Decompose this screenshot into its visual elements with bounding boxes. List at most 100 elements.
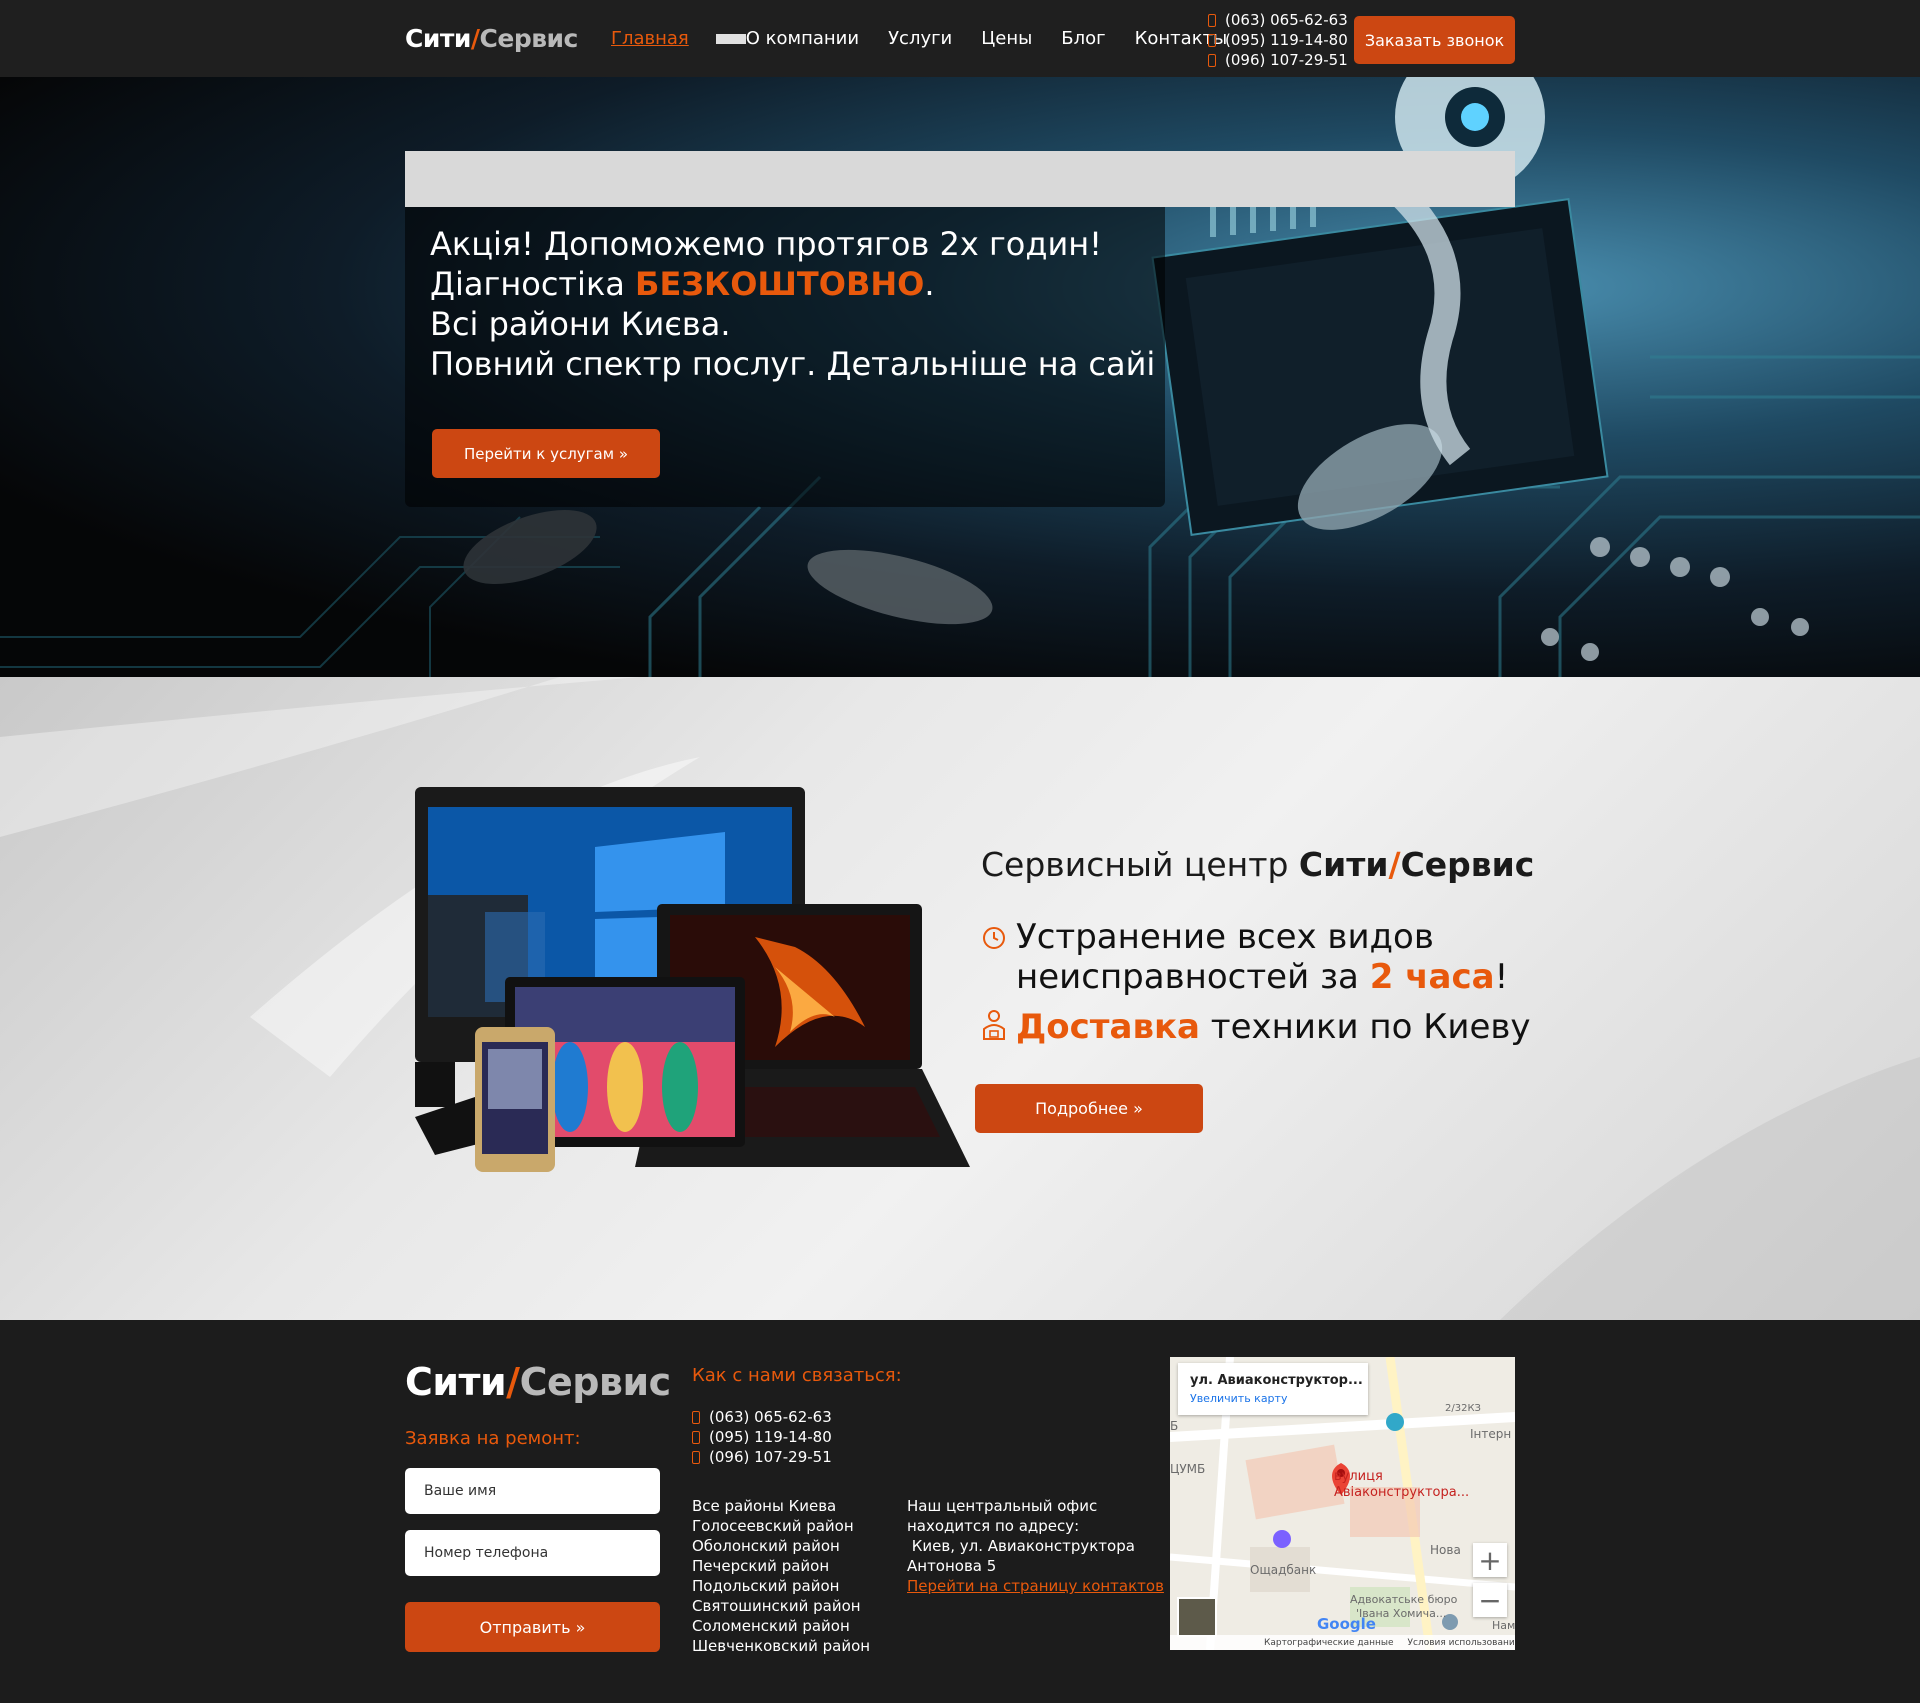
map-pin-label: вулиця Авіаконструктора... [1334, 1469, 1469, 1501]
office-line: Киев, ул. Авиаконструктора [907, 1537, 1135, 1555]
list-item: Святошинский район [692, 1597, 861, 1615]
header-phone-2[interactable]: (095) 119-14-80 [1208, 30, 1348, 50]
footer-phone-3[interactable]: (096) 107-29-51 [692, 1447, 832, 1467]
title-text: Сервисный центр [981, 845, 1299, 884]
hero-placeholder-strip [405, 151, 1515, 207]
pin-label-line-2: Авіаконструктора... [1334, 1485, 1470, 1500]
phone-icon [1208, 53, 1216, 67]
footer-logo[interactable]: Сити/Сервис [405, 1360, 671, 1404]
devices-image [415, 787, 970, 1172]
office-line: Наш центральный офис [907, 1497, 1098, 1515]
name-input[interactable]: Ваше имя [405, 1468, 660, 1514]
list-item: Шевченковский район [692, 1637, 871, 1655]
courier-icon [983, 1010, 1005, 1040]
pin-label-line-1: вулиця [1334, 1469, 1383, 1484]
order-call-button[interactable]: Заказать звонок [1354, 16, 1515, 64]
zoom-in-button[interactable]: + [1473, 1543, 1507, 1577]
list-item: Оболонский район [692, 1537, 840, 1555]
site-logo[interactable]: Сити/Сервис [405, 24, 578, 53]
hero-free-accent: БЕЗКОШТОВНО [635, 265, 925, 303]
hero-line-2-end: . [924, 265, 935, 303]
nav-about[interactable]: О компании [746, 28, 859, 49]
list-item: Все районы Киева [692, 1497, 837, 1515]
office-address: Наш центральный офис находится по адресу… [907, 1496, 1164, 1596]
header-phone-1[interactable]: (063) 065-62-63 [1208, 10, 1348, 30]
main-nav: Главная О компании Услуги Цены Блог Конт… [611, 28, 1256, 49]
hero-line-4: Повний спектр послуг. Детальніше на сайі [430, 345, 1156, 383]
feature-2-text: техники по Киеву [1199, 1007, 1531, 1047]
footer-phone-2[interactable]: (095) 119-14-80 [692, 1427, 832, 1447]
nav-separator [715, 34, 746, 44]
phone-icon [692, 1430, 700, 1444]
map-label: Адвокатське бюро [1350, 1593, 1458, 1606]
list-item: Голосеевский район [692, 1517, 854, 1535]
feature-1-line-1: Устранение всех видов [1016, 917, 1434, 957]
hero-line-2-text: Діагностіка [430, 265, 636, 303]
brand-slash: / [1388, 845, 1401, 884]
logo-slash: / [506, 1360, 520, 1404]
hero-line-1: Акція! Допоможемо протягов 2х годин! [430, 225, 1102, 263]
map-data-link[interactable]: Картографические данные [1264, 1638, 1394, 1648]
google-logo: Google [1317, 1615, 1376, 1633]
hero-line-2: Діагностіка БЕЗКОШТОВНО. [430, 264, 1155, 304]
map-place-title: ул. Авиаконструктор... [1190, 1373, 1363, 1388]
more-details-button[interactable]: Подробнее » [975, 1084, 1203, 1133]
zoom-out-button[interactable]: − [1473, 1583, 1507, 1617]
logo-part1: Сити [405, 24, 471, 53]
satellite-toggle[interactable] [1177, 1597, 1217, 1637]
nav-home[interactable]: Главная [611, 28, 689, 49]
footer-phones: (063) 065-62-63 (095) 119-14-80 (096) 10… [692, 1407, 832, 1467]
phone-icon [1208, 33, 1216, 47]
phone-number: (096) 107-29-51 [709, 1448, 832, 1466]
phone-number: (063) 065-62-63 [709, 1408, 832, 1426]
list-item: Печерский район [692, 1557, 830, 1575]
top-header: Сити/Сервис Главная О компании Услуги Це… [0, 0, 1920, 77]
brand-part1: Сити [1298, 845, 1389, 884]
map-label: Інтерн [1470, 1427, 1512, 1441]
phone-icon [1208, 13, 1216, 27]
map-attribution: Картографические данные Условия использо… [1170, 1635, 1515, 1650]
map-label: 2/32КЗ [1445, 1403, 1481, 1414]
feature-fast-repair: Устранение всех видов неисправностей за … [1016, 917, 1508, 997]
nav-services[interactable]: Услуги [888, 28, 952, 49]
contact-heading: Как с нами связаться: [692, 1365, 902, 1386]
feature-delivery: Доставка техники по Киеву [1016, 1007, 1531, 1047]
map-label: Нова [1430, 1543, 1461, 1557]
nav-blog[interactable]: Блог [1061, 28, 1105, 49]
logo-slash: / [470, 24, 480, 53]
map-label: Ощадбанк [1250, 1563, 1317, 1577]
map-terms-link[interactable]: Условия использования [1408, 1638, 1515, 1648]
map-label: ЦУМБ [1170, 1462, 1206, 1476]
send-button[interactable]: Отправить » [405, 1602, 660, 1652]
service-center-section: Сервисный центр Сити/Сервис Устранение в… [0, 677, 1920, 1320]
go-to-services-button[interactable]: Перейти к услугам » [432, 429, 660, 478]
service-center-title: Сервисный центр Сити/Сервис [981, 845, 1534, 884]
phone-number: (063) 065-62-63 [1225, 11, 1348, 29]
hero-line-3: Всі райони Києва. [430, 305, 731, 343]
logo-part2: Сервис [519, 1360, 672, 1404]
feature-2-accent: Доставка [1016, 1007, 1200, 1047]
map-place-card[interactable]: ул. Авиаконструктор... Увеличить карту [1178, 1363, 1368, 1415]
map-label: Б [1170, 1419, 1179, 1433]
header-phones: (063) 065-62-63 (095) 119-14-80 (096) 10… [1208, 10, 1348, 70]
contacts-page-link[interactable]: Перейти на страницу контактов [907, 1577, 1164, 1595]
phone-number: (096) 107-29-51 [1225, 51, 1348, 69]
footer: Сити/Сервис Заявка на ремонт: Ваше имя Н… [0, 1320, 1920, 1703]
districts-list: Все районы Киева Голосеевский район Обол… [692, 1496, 870, 1656]
phone-icon [692, 1450, 700, 1464]
clock-icon [983, 927, 1005, 949]
phone-icon [692, 1410, 700, 1424]
hero-banner: Акція! Допоможемо протягов 2х годин! Діа… [0, 77, 1920, 677]
phone-input[interactable]: Номер телефона [405, 1530, 660, 1576]
phone-number: (095) 119-14-80 [709, 1428, 832, 1446]
office-line: находится по адресу: [907, 1517, 1080, 1535]
feature-1-accent: 2 часа [1369, 957, 1495, 997]
feature-1-text: неисправностей за [1016, 957, 1370, 997]
header-phone-3[interactable]: (096) 107-29-51 [1208, 50, 1348, 70]
logo-part1: Сити [405, 1360, 507, 1404]
footer-phone-1[interactable]: (063) 065-62-63 [692, 1407, 832, 1427]
google-map[interactable]: ул. Авиаконструктор... Увеличить карту І… [1170, 1357, 1515, 1650]
nav-prices[interactable]: Цены [981, 28, 1032, 49]
title-brand: Сити/Сервис [1299, 845, 1534, 884]
enlarge-map-link[interactable]: Увеличить карту [1190, 1392, 1368, 1405]
